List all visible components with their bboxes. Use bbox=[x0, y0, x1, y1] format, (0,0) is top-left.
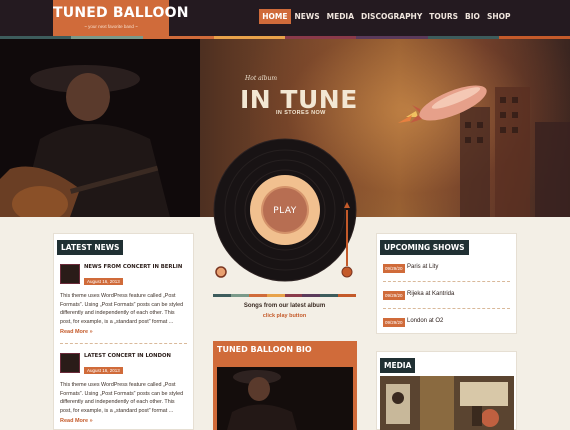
nav-home[interactable]: HOME bbox=[258, 9, 292, 24]
player-color-stripe bbox=[213, 294, 356, 297]
upcoming-shows-title: UPCOMING SHOWS bbox=[380, 240, 469, 255]
news-thumbnail[interactable] bbox=[60, 264, 80, 284]
vinyl-player: PLAY bbox=[213, 138, 357, 282]
nav-bio[interactable]: BIO bbox=[462, 9, 484, 24]
show-date-badge: 09/29/20 bbox=[383, 291, 405, 300]
nav-media[interactable]: MEDIA bbox=[323, 9, 357, 24]
show-date-badge: 09/29/20 bbox=[383, 318, 405, 327]
rocket-balloon-image bbox=[398, 85, 487, 123]
news-date-badge: August 16, 2013 bbox=[84, 278, 123, 285]
latest-news-widget: LATEST NEWS NEWS FROM CONCERT IN BERLIN … bbox=[53, 233, 194, 430]
media-thumbnail[interactable] bbox=[380, 376, 514, 430]
player-knob[interactable] bbox=[215, 266, 227, 278]
play-button[interactable]: PLAY bbox=[273, 206, 297, 216]
read-more-link[interactable]: Read More » bbox=[60, 329, 187, 335]
news-heading[interactable]: NEWS FROM CONCERT IN BERLIN bbox=[84, 264, 190, 270]
songs-label: Songs from our latest album bbox=[243, 303, 326, 309]
news-item: NEWS FROM CONCERT IN BERLIN August 16, 2… bbox=[57, 264, 190, 335]
show-venue: Paris at Lity bbox=[407, 264, 439, 270]
bio-title: TUNED BALLOON BIO bbox=[217, 345, 312, 354]
album-subtitle: Hot album bbox=[245, 75, 278, 82]
latest-news-title: LATEST NEWS bbox=[57, 240, 124, 255]
news-date-badge: August 16, 2013 bbox=[84, 367, 123, 374]
media-title: MEDIA bbox=[380, 358, 416, 373]
show-venue: Rijeka at Kantrida bbox=[407, 291, 455, 297]
nav-discography[interactable]: DISCOGRAPHY bbox=[358, 9, 426, 24]
musician-image bbox=[0, 39, 200, 217]
show-row[interactable]: 09/29/20 Rijeka at Kantrida bbox=[383, 282, 510, 309]
read-more-link[interactable]: Read More » bbox=[60, 418, 187, 424]
show-row[interactable]: 09/29/20 London at O2 bbox=[383, 309, 510, 336]
news-heading[interactable]: LATEST CONCERT IN LONDON bbox=[84, 353, 190, 359]
tonearm-base bbox=[341, 266, 353, 278]
media-widget: MEDIA bbox=[376, 351, 517, 430]
bio-photo[interactable] bbox=[217, 367, 353, 430]
nav-tours[interactable]: TOURS bbox=[426, 9, 462, 24]
logo-tagline: ~ your next favorite band ~ bbox=[84, 24, 138, 29]
show-venue: London at O2 bbox=[407, 318, 444, 324]
album-availability: IN STORES NOW bbox=[276, 110, 326, 116]
show-date-badge: 09/29/20 bbox=[383, 264, 405, 273]
news-excerpt: This theme uses WordPress feature called… bbox=[60, 382, 184, 414]
nav-news[interactable]: NEWS bbox=[291, 9, 323, 24]
news-excerpt: This theme uses WordPress feature called… bbox=[60, 293, 184, 325]
click-play-hint[interactable]: click play button bbox=[213, 313, 356, 319]
show-row[interactable]: 09/29/20 Paris at Lity bbox=[383, 255, 510, 282]
news-thumbnail[interactable] bbox=[60, 353, 80, 373]
nav-shop[interactable]: SHOP bbox=[483, 9, 514, 24]
main-nav: HOME NEWS MEDIA DISCOGRAPHY TOURS BIO SH… bbox=[258, 9, 514, 24]
bio-widget: TUNED BALLOON BIO bbox=[213, 341, 357, 430]
site-logo[interactable]: TUNED BALLOON ~ your next favorite band … bbox=[53, 0, 189, 36]
logo-title: TUNED BALLOON bbox=[53, 5, 189, 21]
news-divider bbox=[60, 343, 187, 344]
site-header: TUNED BALLOON ~ your next favorite band … bbox=[0, 0, 570, 37]
upcoming-shows-widget: UPCOMING SHOWS 09/29/20 Paris at Lity 09… bbox=[376, 233, 517, 334]
news-item: LATEST CONCERT IN LONDON August 16, 2013… bbox=[57, 353, 190, 424]
